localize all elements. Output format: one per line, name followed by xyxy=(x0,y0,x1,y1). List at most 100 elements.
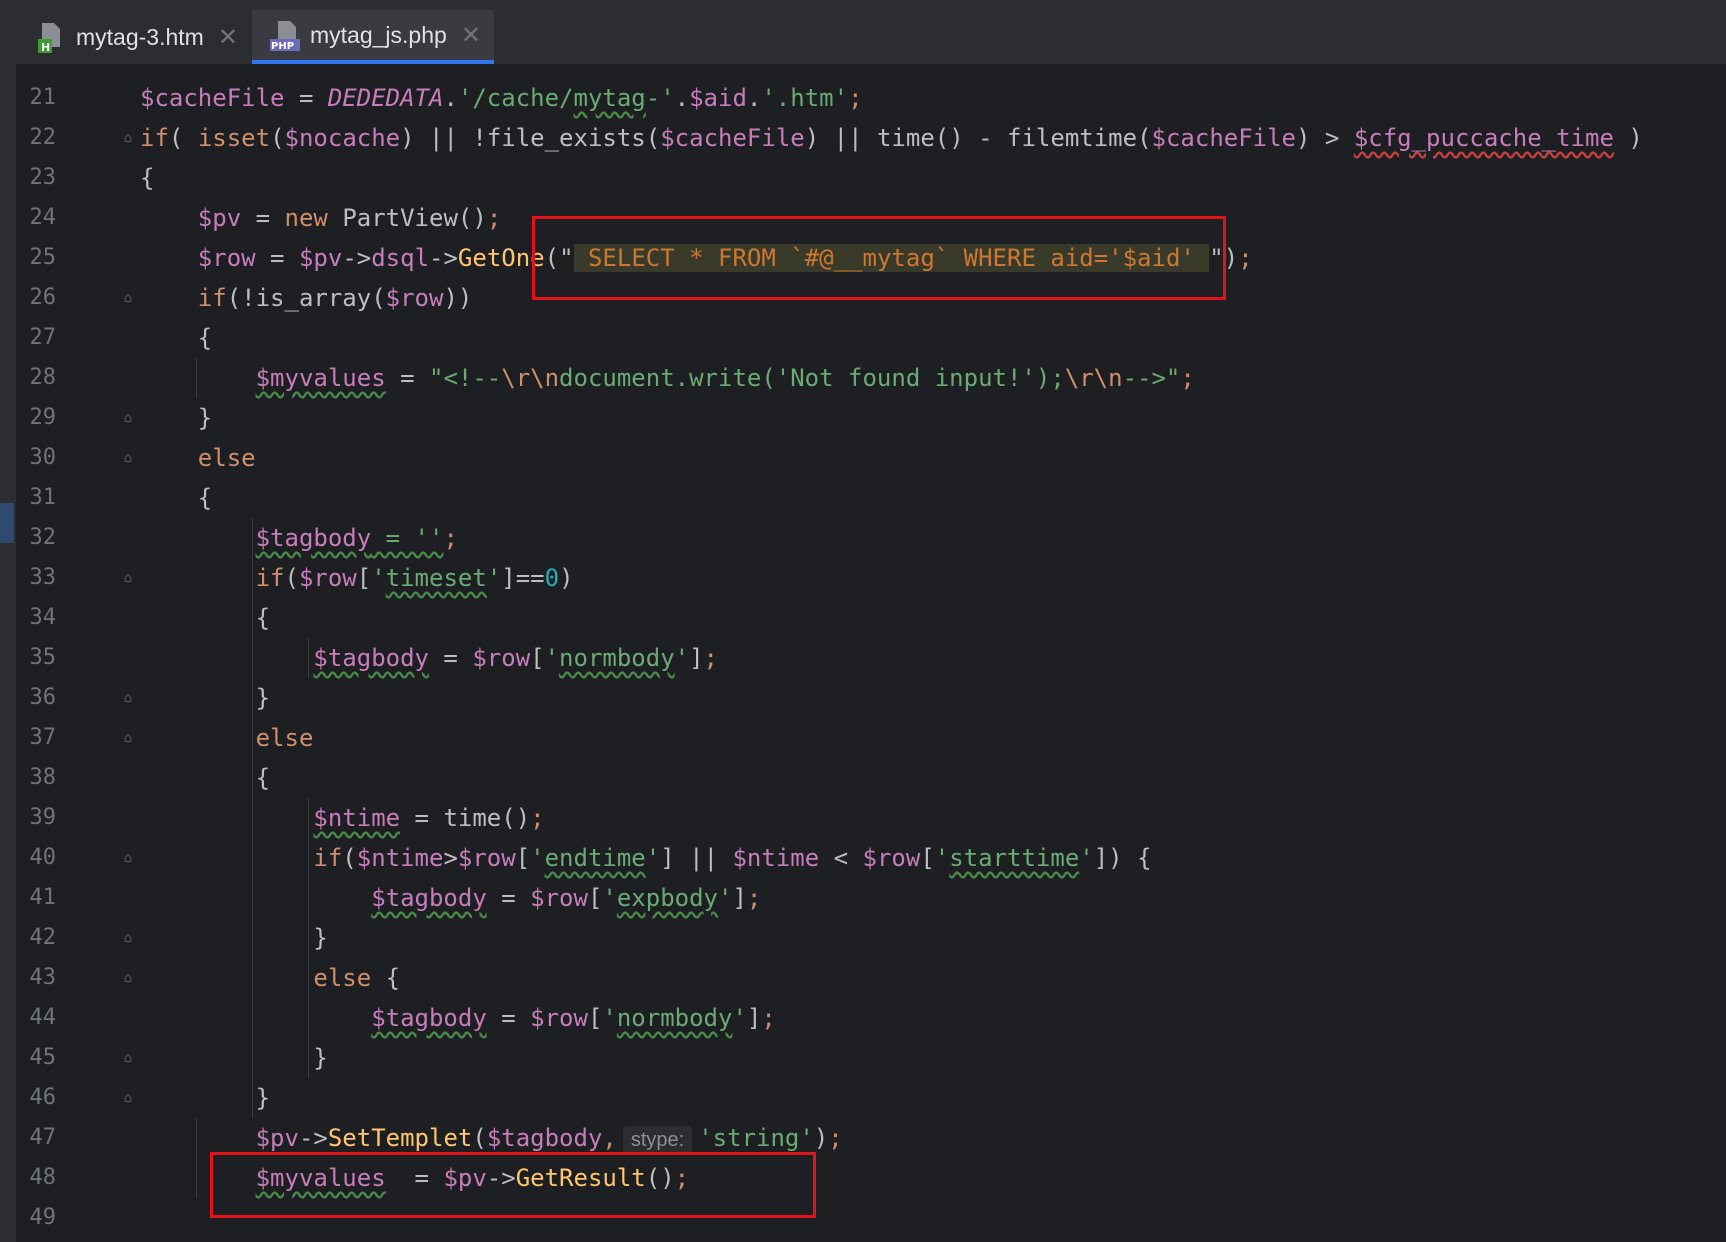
code-line[interactable]: 31 { xyxy=(0,478,1726,518)
code-line[interactable]: 23 { xyxy=(0,158,1726,198)
code-line[interactable]: 33 ⌂ if($row['timeset']==0) xyxy=(0,558,1726,598)
close-icon[interactable]: ✕ xyxy=(218,23,238,52)
code-text: } xyxy=(140,398,212,438)
close-icon[interactable]: ✕ xyxy=(461,21,481,50)
code-token: if xyxy=(255,564,285,592)
code-token: (! xyxy=(226,284,256,312)
code-token: . xyxy=(746,84,762,112)
fold-marker-icon[interactable]: ⌂ xyxy=(120,409,136,427)
code-line[interactable]: 22 ⌂ if( isset($nocache) || !file_exists($… xyxy=(0,118,1726,158)
code-line[interactable]: 35 $tagbody = $row['normbody']; xyxy=(0,638,1726,678)
fold-marker-icon[interactable]: ⌂ xyxy=(120,729,136,747)
code-token: < xyxy=(819,844,863,872)
code-text: if($row['timeset']==0) xyxy=(140,558,574,598)
line-number: 26 xyxy=(29,285,57,310)
code-line[interactable]: 44 $tagbody = $row['normbody']; xyxy=(0,998,1726,1038)
tab-mytag-js-php[interactable]: PHP mytag_js.php ✕ xyxy=(252,10,494,64)
code-line[interactable]: 34 { xyxy=(0,598,1726,638)
line-number: 28 xyxy=(29,365,57,390)
code-token: $myvalues xyxy=(255,364,386,392)
code-token: ' xyxy=(934,844,950,872)
code-token: = xyxy=(385,364,429,392)
code-token: "<!-- xyxy=(429,364,502,392)
code-token: [ xyxy=(587,884,603,912)
code-text: $pv = new PartView(); xyxy=(140,198,501,238)
html-file-icon: H xyxy=(36,21,66,54)
code-token: ) || ! xyxy=(400,124,487,152)
code-token: ; xyxy=(1180,364,1195,392)
code-text: $ntime = time(); xyxy=(140,798,544,838)
code-line[interactable]: 21 $cacheFile = DEDEDATA.'/cache/mytag-'.… xyxy=(0,78,1726,118)
fold-marker-icon[interactable]: ⌂ xyxy=(120,129,136,147)
code-line[interactable]: 30 ⌂ else xyxy=(0,438,1726,478)
code-token: $cacheFile xyxy=(140,84,285,112)
code-line[interactable]: 38 { xyxy=(0,758,1726,798)
code-line[interactable]: 29 ⌂ } xyxy=(0,398,1726,438)
code-token: ) xyxy=(1613,124,1643,152)
fold-marker-icon[interactable]: ⌂ xyxy=(120,689,136,707)
code-text: { xyxy=(140,318,212,358)
tab-mytag-3-htm[interactable]: H mytag-3.htm ✕ xyxy=(30,10,250,64)
line-number: 21 xyxy=(29,85,57,110)
code-token: ; xyxy=(703,644,718,672)
code-text: $tagbody = $row['expbody']; xyxy=(140,878,761,918)
line-number: 27 xyxy=(29,325,57,350)
line-number: 43 xyxy=(29,965,57,990)
fold-marker-icon[interactable]: ⌂ xyxy=(120,929,136,947)
code-line[interactable]: 28 $myvalues = "<!--\r\ndocument.write('… xyxy=(0,358,1726,398)
code-line[interactable]: 42 ⌂ } xyxy=(0,918,1726,958)
code-token: ; xyxy=(848,84,863,112)
code-text: { xyxy=(140,158,154,198)
code-token: time xyxy=(443,804,502,832)
code-token: ( xyxy=(270,124,285,152)
code-token: = xyxy=(284,84,328,112)
fold-marker-icon[interactable]: ⌂ xyxy=(120,449,136,467)
code-line[interactable]: 46 ⌂ } xyxy=(0,1078,1726,1118)
fold-marker-icon[interactable]: ⌂ xyxy=(120,849,136,867)
code-line[interactable]: 40 ⌂ if($ntime>$row['endtime'] || $ntime … xyxy=(0,838,1726,878)
code-line[interactable]: 43 ⌂ else { xyxy=(0,958,1726,998)
code-token: ' xyxy=(602,1004,617,1032)
line-number: 37 xyxy=(29,725,57,750)
code-token: $tagbody xyxy=(371,884,487,912)
fold-marker-icon[interactable]: ⌂ xyxy=(120,569,136,587)
code-token: normbody xyxy=(616,1004,733,1032)
code-token: ( xyxy=(168,124,198,152)
line-number: 34 xyxy=(29,605,57,630)
code-token: new xyxy=(284,204,343,232)
fold-marker-icon[interactable]: ⌂ xyxy=(120,1089,136,1107)
editor-tab-bar: H mytag-3.htm ✕ PHP mytag_js.php ✕ xyxy=(0,0,1726,65)
code-token: ( xyxy=(342,844,357,872)
code-token: endtime xyxy=(544,844,646,872)
code-token: is_array xyxy=(255,284,372,312)
fold-marker-icon[interactable]: ⌂ xyxy=(120,1049,136,1067)
code-token: ' xyxy=(544,644,560,672)
line-number: 36 xyxy=(29,685,57,710)
code-line[interactable]: 32 $tagbody = ''; xyxy=(0,518,1726,558)
code-token: ) > xyxy=(1296,124,1354,152)
code-line[interactable]: 37 ⌂ else xyxy=(0,718,1726,758)
code-token: ]== xyxy=(501,564,545,592)
code-line[interactable]: 45 ⌂ } xyxy=(0,1038,1726,1078)
code-token: ; xyxy=(828,1124,843,1152)
code-token: file_exists xyxy=(486,124,646,152)
code-line[interactable]: 36 ⌂ } xyxy=(0,678,1726,718)
line-number: 33 xyxy=(29,565,57,590)
code-line[interactable]: 39 $ntime = time(); xyxy=(0,798,1726,838)
code-text: if($ntime>$row['endtime'] || $ntime < $r… xyxy=(140,838,1151,878)
code-token: } xyxy=(140,404,213,432)
fold-marker-icon[interactable]: ⌂ xyxy=(120,289,136,307)
code-text: $tagbody = $row['normbody']; xyxy=(140,998,776,1038)
code-token: ] xyxy=(746,1004,762,1032)
code-line[interactable]: 41 $tagbody = $row['expbody']; xyxy=(0,878,1726,918)
code-line[interactable]: 27 { xyxy=(0,318,1726,358)
fold-marker-icon[interactable]: ⌂ xyxy=(120,969,136,987)
